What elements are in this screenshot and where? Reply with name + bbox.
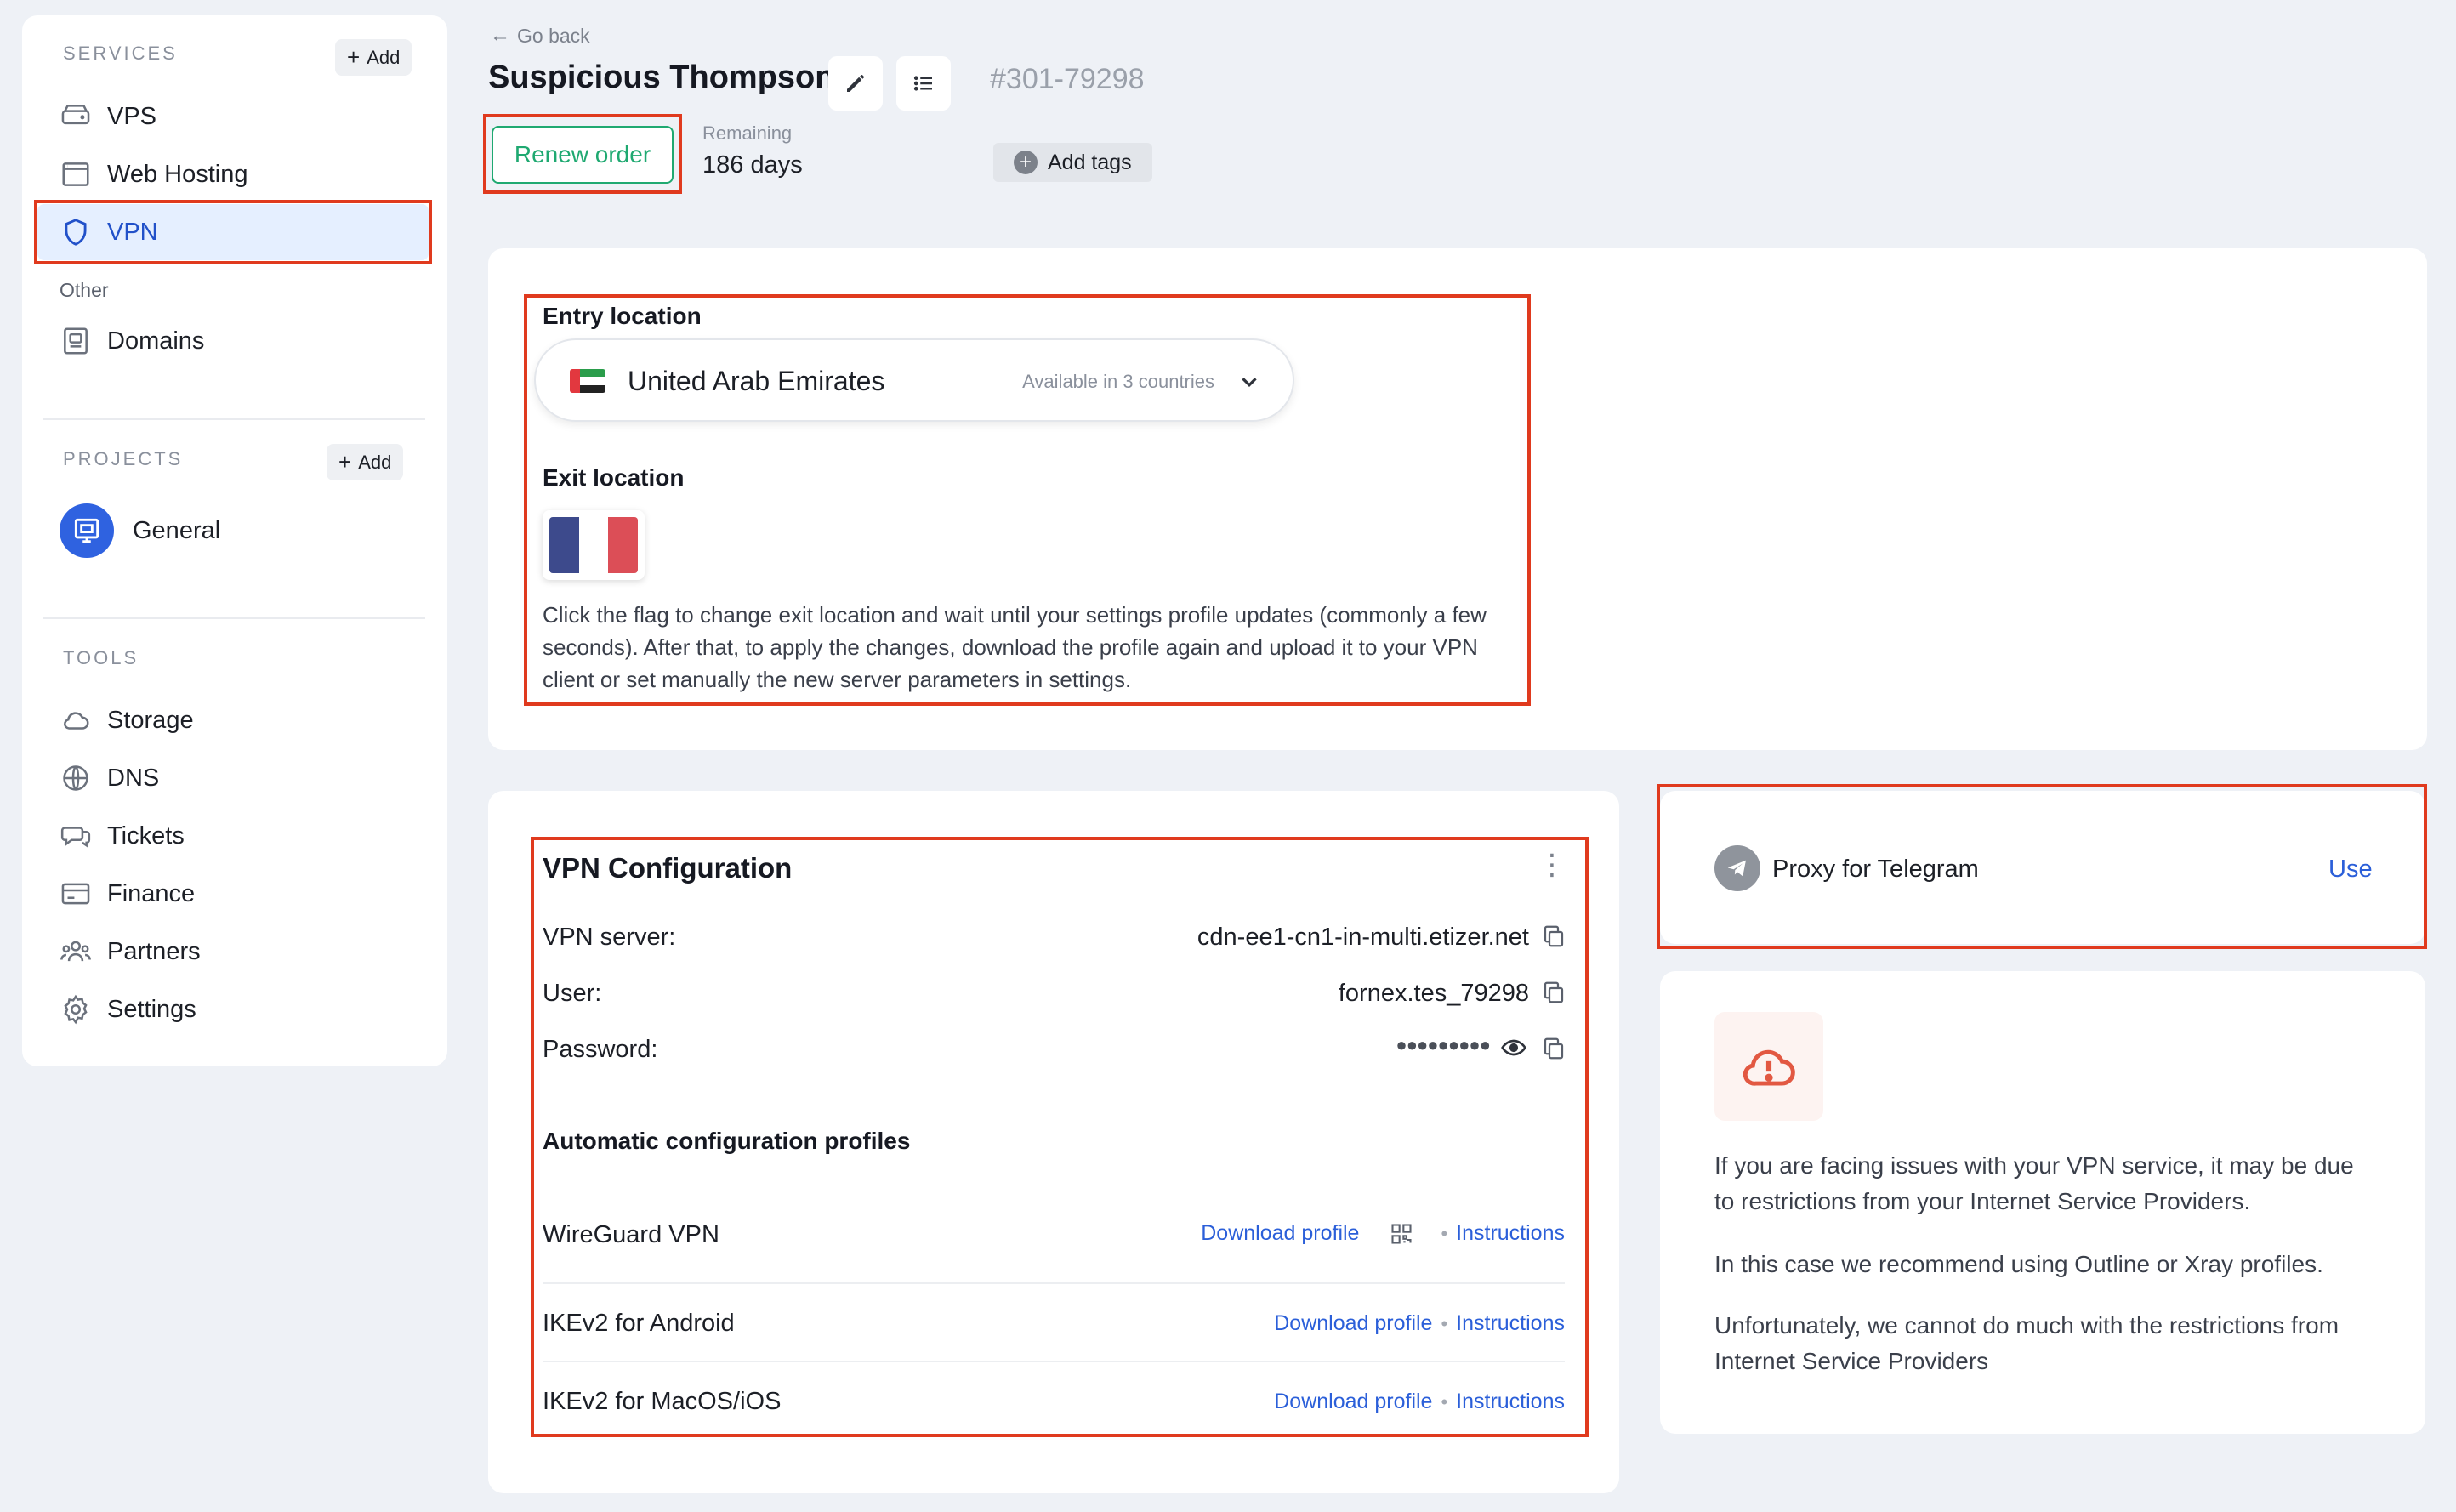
profile-name: IKEv2 for MacOS/iOS [543,1388,782,1415]
france-flag-button[interactable] [543,510,645,580]
globe-icon [63,765,88,791]
sidebar-item-web-hosting[interactable]: Web Hosting [37,146,429,202]
notice-paragraph-3: Unfortunately, we cannot do much with th… [1714,1312,2339,1374]
sidebar-item-tickets[interactable]: Tickets [37,808,429,864]
entry-location-heading: Entry location [543,303,702,329]
profile-links: Download profile • Instructions [1274,1390,1565,1414]
plus-icon: + [347,44,361,70]
password-label: Password: [543,1036,658,1063]
notice-paragraph-1: If you are facing issues with your VPN s… [1714,1152,2354,1214]
instructions-link[interactable]: Instructions [1456,1311,1565,1336]
sidebar-item-settings[interactable]: Settings [37,981,429,1037]
separator-dot: • [1441,1390,1448,1413]
plus-icon: + [338,449,352,475]
use-proxy-link[interactable]: Use [2328,855,2373,884]
separator-dot: • [1441,1312,1448,1334]
profile-name: WireGuard VPN [543,1221,719,1248]
sidebar-divider [43,617,425,619]
add-service-button[interactable]: + Add [335,39,412,76]
sidebar-item-general-project[interactable]: General [37,502,429,560]
eye-icon[interactable] [1500,1034,1527,1066]
sidebar-item-vpn[interactable]: VPN [37,204,429,260]
projects-heading: PROJECTS [63,448,184,469]
profile-name: IKEv2 for Android [543,1310,735,1337]
uae-flag-icon [570,369,605,393]
user-label: User: [543,980,602,1007]
profile-row-ikev2-macos: IKEv2 for MacOS/iOS Download profile • I… [543,1373,1565,1449]
profile-row-wireguard: WireGuard VPN Download profile • Instruc… [543,1197,1565,1274]
download-profile-link[interactable]: Download profile [1274,1390,1432,1414]
instructions-link[interactable]: Instructions [1456,1221,1565,1246]
list-button[interactable] [896,56,951,111]
credit-card-icon [61,883,90,905]
profile-row-ikev2-android: IKEv2 for Android Download profile • Ins… [543,1293,1565,1369]
browser-window-icon [62,162,89,186]
france-flag-icon [549,517,638,573]
project-icon [60,503,114,558]
profile-links: Download profile • Instructions [1274,1311,1565,1336]
separator-dot: • [1441,1222,1448,1244]
renew-order-button[interactable]: Renew order [492,126,674,184]
notice-paragraph-2: In this case we recommend using Outline … [1714,1251,2323,1277]
exit-location-heading: Exit location [543,464,685,491]
qr-code-icon[interactable] [1390,1222,1413,1246]
download-profile-link[interactable]: Download profile [1274,1311,1432,1336]
sidebar-item-finance[interactable]: Finance [37,866,429,922]
sidebar-item-dns[interactable]: DNS [37,750,429,806]
page-title: Suspicious Thompson [488,60,835,95]
users-icon [60,941,91,962]
entry-country-value: United Arab Emirates [628,366,885,396]
copy-password-icon[interactable] [1541,1036,1566,1066]
server-icon [61,105,90,125]
hash-icon: # [990,63,1006,95]
exit-location-note: Click the flag to change exit location a… [543,602,1487,692]
add-tags-button[interactable]: + Add tags [993,143,1152,182]
telegram-icon [1714,845,1760,891]
profile-links: Download profile • Instructions [1201,1221,1565,1246]
other-label: Other [60,279,109,301]
cloud-alert-icon [1714,1012,1823,1121]
password-value: ●●●●●●●●● [1396,1034,1491,1055]
vpn-server-label: VPN server: [543,924,676,951]
row-divider [543,1361,1565,1362]
services-heading: SERVICES [63,43,178,64]
go-back-link[interactable]: ← Go back [490,24,590,48]
remaining-label: Remaining [702,122,793,144]
edit-button[interactable] [828,56,883,111]
profiles-heading: Automatic configuration profiles [543,1128,911,1154]
entry-location-select[interactable]: United Arab Emirates Available in 3 coun… [534,338,1294,422]
pencil-icon [847,75,864,92]
sidebar-item-storage[interactable]: Storage [37,692,429,748]
gear-icon [64,994,88,1025]
chevron-down-icon [1242,378,1257,388]
row-divider [543,1282,1565,1284]
more-options-icon[interactable]: ⋮ [1538,850,1566,879]
shield-icon [65,219,87,246]
download-profile-link[interactable]: Download profile [1201,1221,1359,1246]
order-number: #301-79298 [990,63,1145,95]
add-project-button[interactable]: + Add [327,444,404,480]
proxy-label: Proxy for Telegram [1772,855,1979,883]
copy-user-icon[interactable] [1541,980,1566,1009]
sidebar-divider [43,418,425,420]
remaining-value: 186 days [702,151,803,179]
tools-heading: TOOLS [63,647,139,668]
chat-icon [60,827,91,848]
domain-document-icon [64,327,88,355]
copy-server-icon[interactable] [1541,924,1566,953]
user-value: fornex.tes_79298 [1338,980,1529,1007]
plus-circle-icon: + [1014,151,1038,174]
availability-text: Available in 3 countries [1022,371,1214,392]
cloud-icon [64,712,89,730]
arrow-left-icon: ← [490,24,510,47]
instructions-link[interactable]: Instructions [1456,1390,1565,1414]
sidebar-item-domains[interactable]: Domains [37,313,429,369]
sidebar-item-partners[interactable]: Partners [37,924,429,980]
vpn-server-value: cdn-ee1-cn1-in-multi.etizer.net [1197,924,1529,951]
sidebar-item-vps[interactable]: VPS [37,88,429,145]
list-icon [913,76,932,91]
vpn-config-title: VPN Configuration [543,852,793,884]
